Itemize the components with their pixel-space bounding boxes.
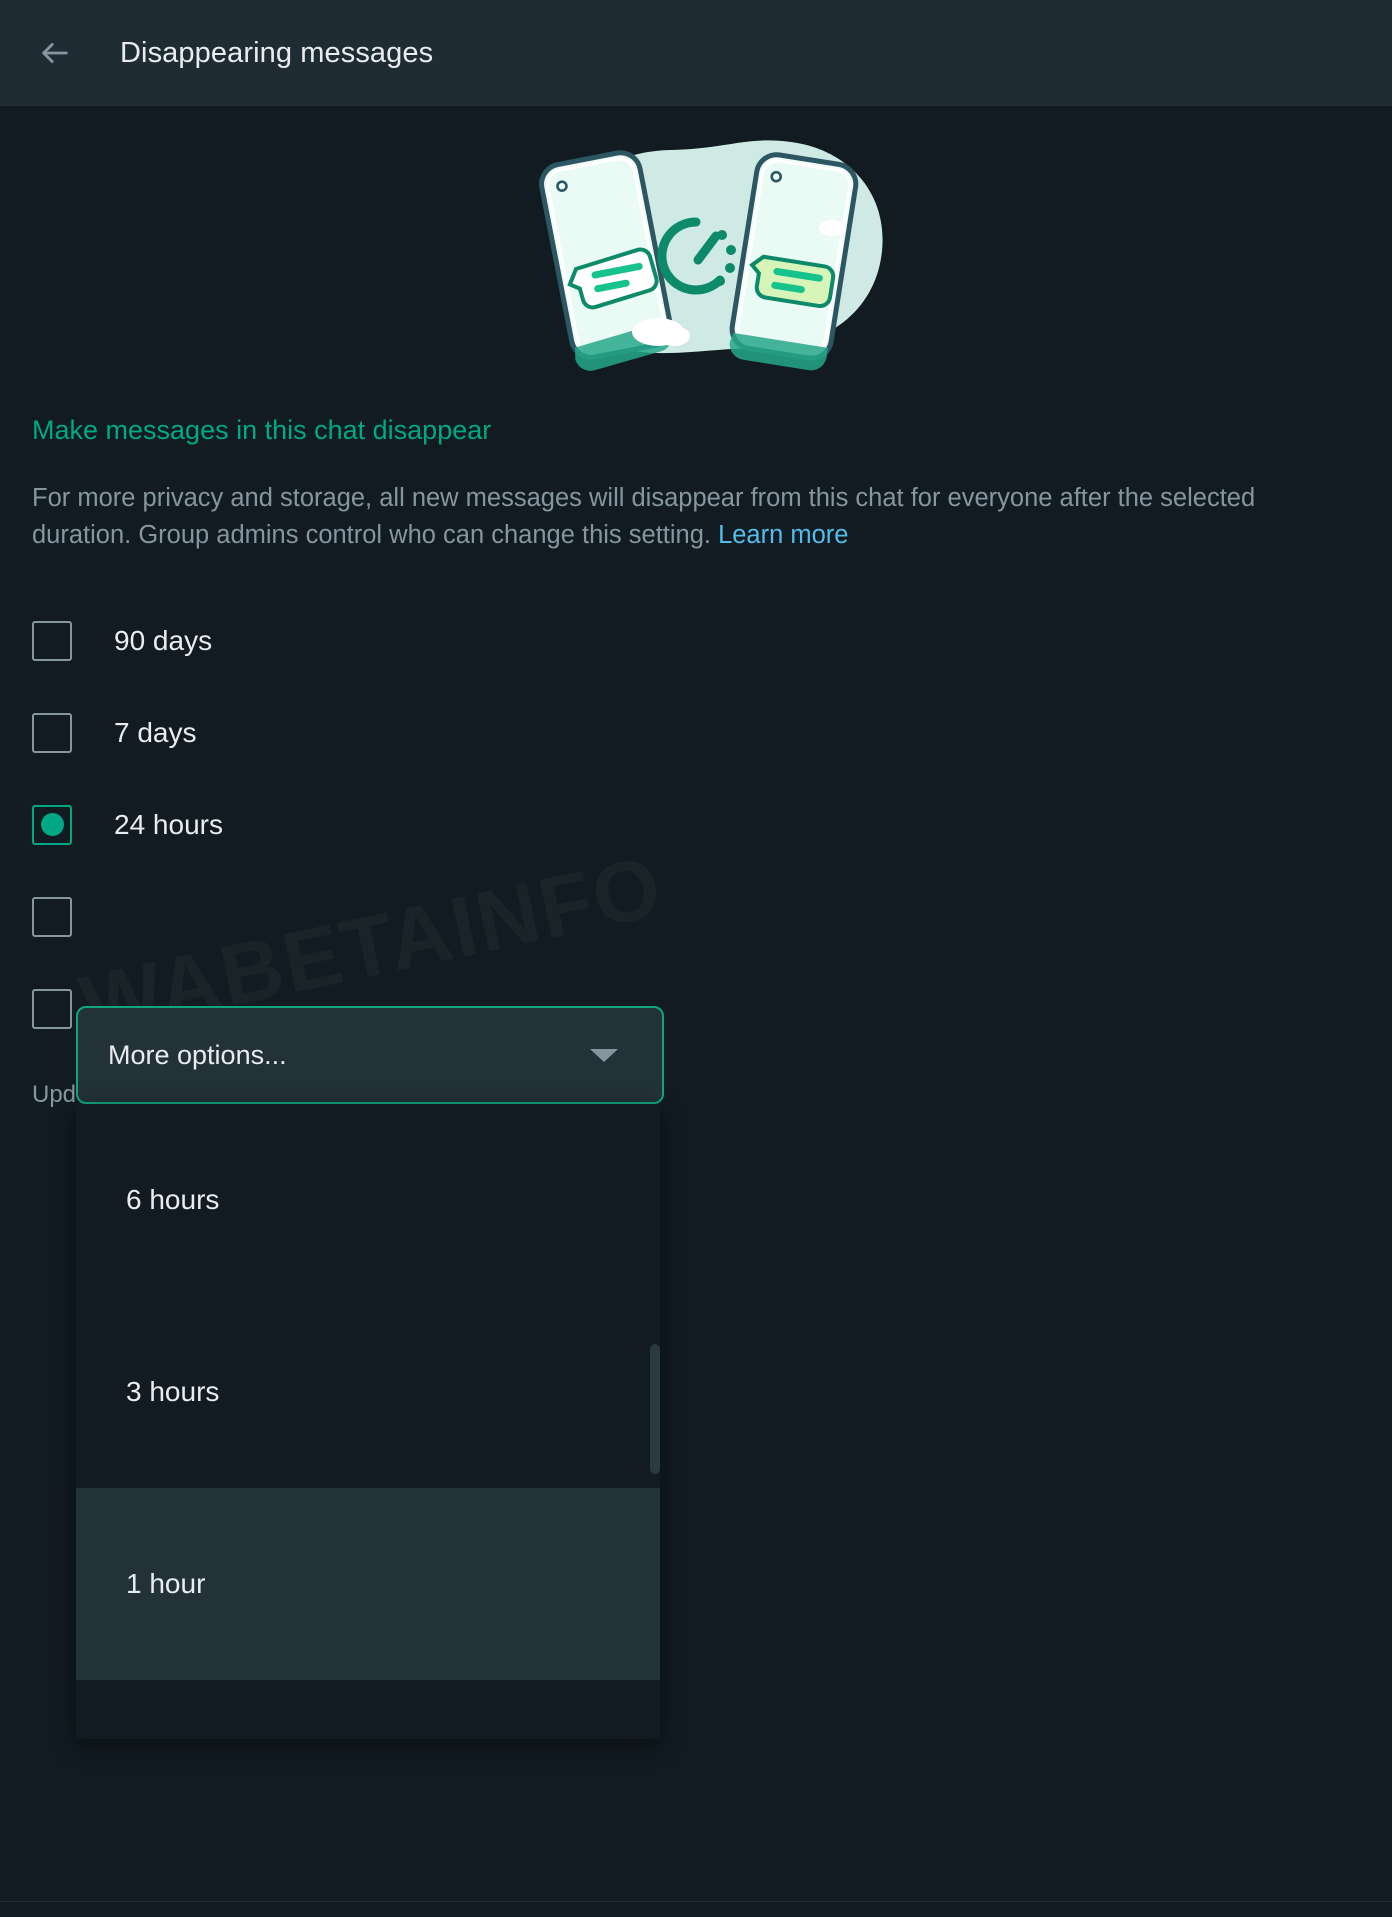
checkbox-option-4[interactable] xyxy=(32,897,72,937)
arrow-left-icon xyxy=(38,36,72,70)
description-text: For more privacy and storage, all new me… xyxy=(32,484,1255,548)
dropdown-item-label-3-hours: 3 hours xyxy=(126,1376,219,1408)
checkbox-selected-dot xyxy=(41,813,64,836)
option-label-24-hours: 24 hours xyxy=(114,809,223,841)
more-options-dropdown-button[interactable]: More options... xyxy=(76,1006,664,1104)
disappearing-messages-illustration xyxy=(0,106,1392,406)
option-row-4[interactable] xyxy=(0,871,1392,963)
learn-more-link[interactable]: Learn more xyxy=(718,521,848,549)
section-heading: Make messages in this chat disappear xyxy=(0,414,1392,446)
page-title: Disappearing messages xyxy=(120,37,433,70)
more-options-dropdown-list[interactable]: 6 hours 3 hours 1 hour xyxy=(76,1104,660,1739)
checkbox-24-hours[interactable] xyxy=(32,805,72,845)
back-button[interactable] xyxy=(26,24,84,82)
dropdown-scrollbar-thumb[interactable] xyxy=(650,1344,660,1474)
checkbox-option-5[interactable] xyxy=(32,989,72,1029)
chevron-down-icon xyxy=(590,1049,618,1062)
more-options-dropdown-label: More options... xyxy=(108,1040,590,1071)
disappearing-messages-screen: Disappearing messages WABETAINFO xyxy=(0,0,1392,1917)
dropdown-item-label-6-hours: 6 hours xyxy=(126,1184,219,1216)
settings-content: Make messages in this chat disappear For… xyxy=(0,406,1392,1109)
checkbox-7-days[interactable] xyxy=(32,713,72,753)
dropdown-item-6-hours[interactable]: 6 hours xyxy=(76,1104,660,1296)
option-row-90-days[interactable]: 90 days xyxy=(0,595,1392,687)
option-label-90-days: 90 days xyxy=(114,625,212,657)
option-label-7-days: 7 days xyxy=(114,717,197,749)
checkbox-90-days[interactable] xyxy=(32,621,72,661)
dropdown-item-3-hours[interactable]: 3 hours xyxy=(76,1296,660,1488)
option-row-24-hours[interactable]: 24 hours xyxy=(0,779,1392,871)
section-description: For more privacy and storage, all new me… xyxy=(0,480,1360,552)
app-header: Disappearing messages xyxy=(0,0,1392,106)
dropdown-item-label-1-hour: 1 hour xyxy=(126,1568,205,1600)
section-divider xyxy=(0,1901,1392,1902)
option-row-7-days[interactable]: 7 days xyxy=(0,687,1392,779)
dropdown-scrollbar-track[interactable] xyxy=(650,1104,660,1739)
dropdown-item-1-hour[interactable]: 1 hour xyxy=(76,1488,660,1680)
